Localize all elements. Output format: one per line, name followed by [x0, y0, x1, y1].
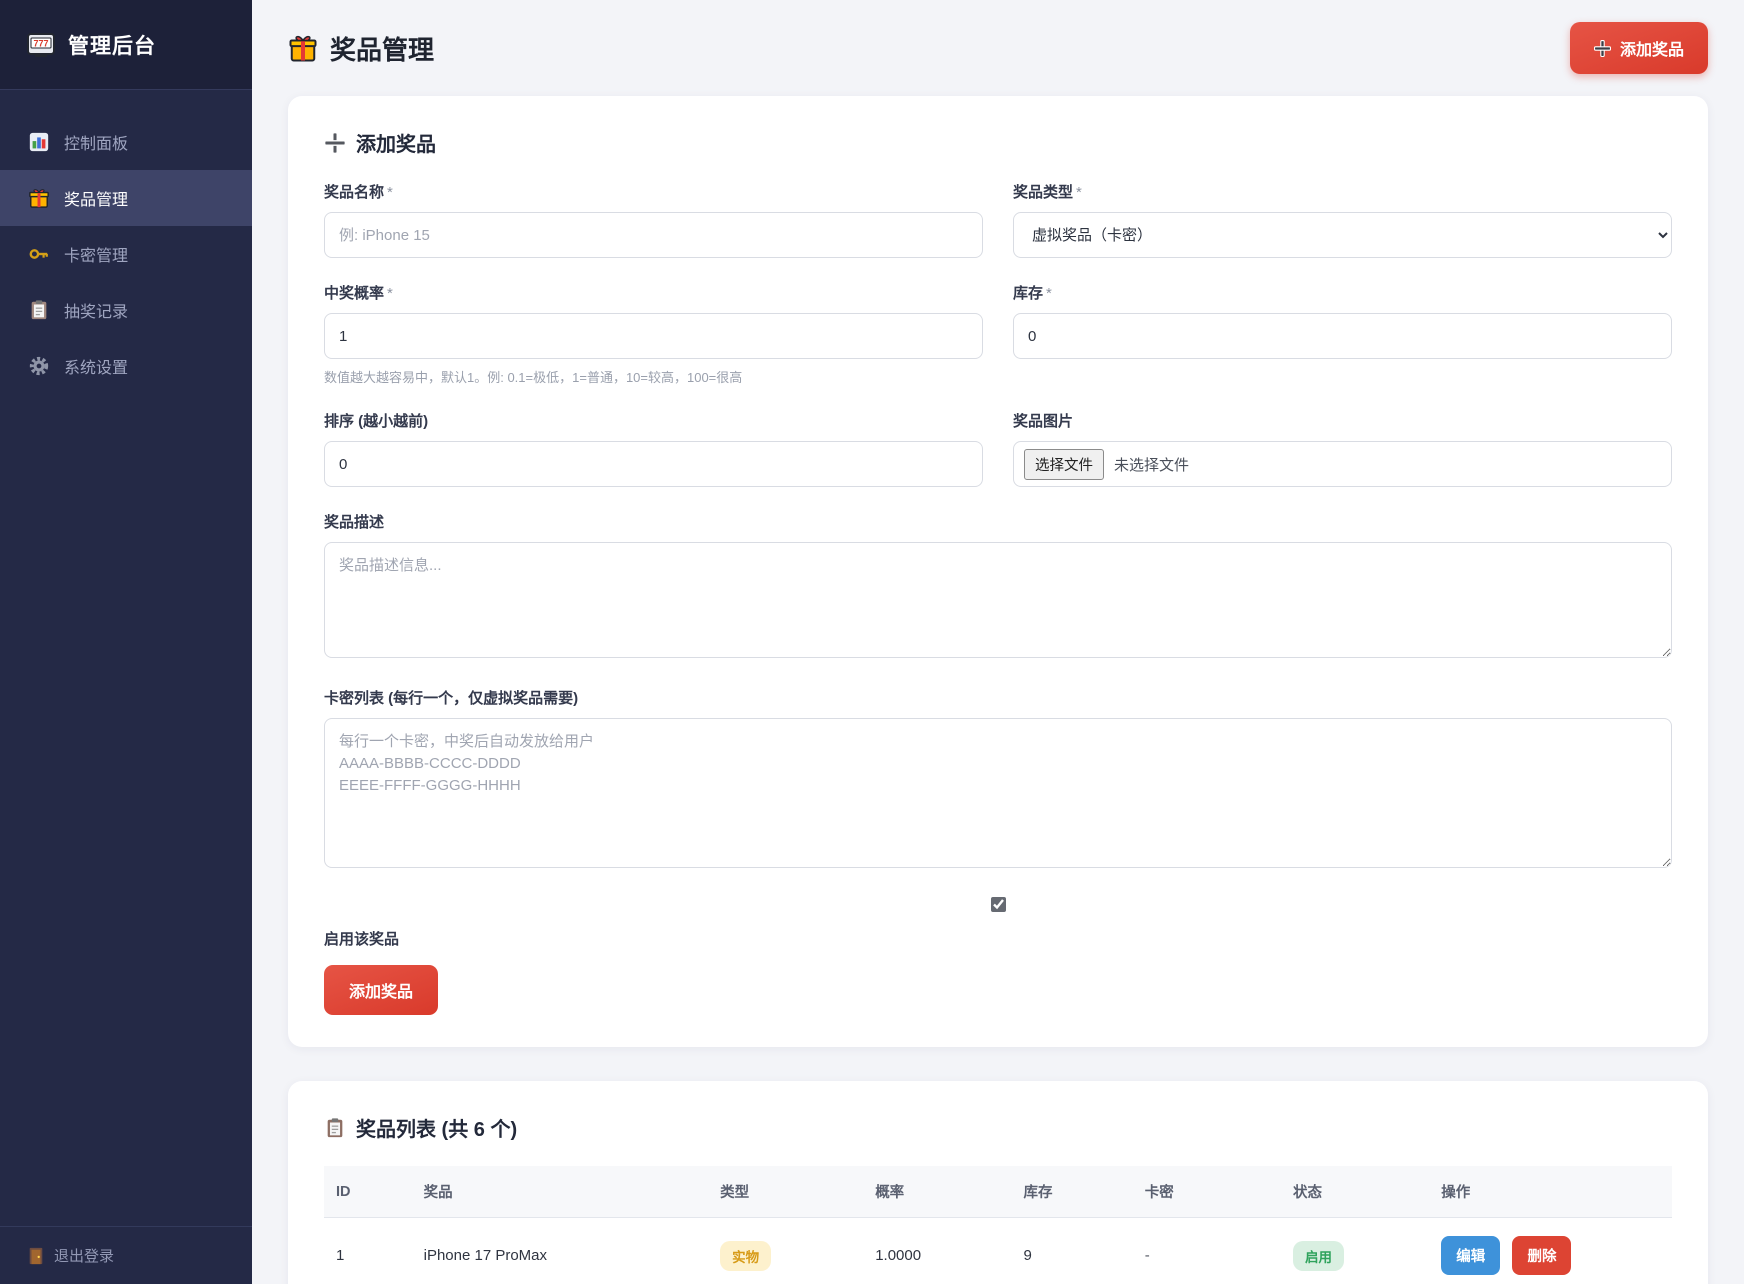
codes-value: -	[1145, 1247, 1150, 1264]
field-prize-name: 奖品名称*	[324, 181, 983, 258]
col-prize: 奖品	[412, 1166, 709, 1218]
key-icon	[28, 243, 50, 265]
sidebar-item-label: 卡密管理	[64, 242, 128, 266]
chart-icon	[28, 131, 50, 153]
description-label: 奖品描述	[324, 511, 1672, 532]
table-header-row: ID 奖品 类型 概率 库存 卡密 状态 操作	[324, 1166, 1672, 1218]
cell-type: 实物	[708, 1218, 863, 1284]
col-status: 状态	[1281, 1166, 1429, 1218]
enable-prize-checkbox[interactable]	[991, 897, 1006, 912]
cell-stock: 9	[1011, 1218, 1132, 1284]
table-row: 1 iPhone 17 ProMax 实物 1.0000 9 - 启用 编辑 删…	[324, 1218, 1672, 1284]
status-badge: 启用	[1293, 1241, 1344, 1271]
sidebar-item-prizes[interactable]: 奖品管理	[0, 170, 252, 226]
cell-codes: -	[1133, 1218, 1281, 1284]
door-icon	[28, 1247, 44, 1265]
col-codes: 卡密	[1133, 1166, 1281, 1218]
field-sort: 排序 (越小越前)	[324, 410, 983, 487]
cell-status: 启用	[1281, 1218, 1429, 1284]
probability-input[interactable]	[324, 313, 983, 359]
cell-id: 1	[324, 1218, 412, 1284]
cell-prize-name: iPhone 17 ProMax	[412, 1218, 709, 1284]
type-badge: 实物	[720, 1241, 771, 1271]
form-title: 添加奖品	[324, 128, 1672, 157]
description-textarea[interactable]	[324, 542, 1672, 658]
probability-help-text: 数值越大越容易中，默认1。例: 0.1=极低，1=普通，10=较高，100=很高	[324, 367, 983, 386]
prize-name-label: 奖品名称*	[324, 181, 983, 202]
svg-text:777: 777	[33, 38, 48, 48]
sort-label: 排序 (越小越前)	[324, 410, 983, 431]
stock-label: 库存*	[1013, 282, 1672, 303]
prize-type-select[interactable]: 虚拟奖品（卡密）	[1013, 212, 1672, 258]
submit-add-prize-button[interactable]: 添加奖品	[324, 965, 438, 1015]
sort-input[interactable]	[324, 441, 983, 487]
prize-type-label: 奖品类型*	[1013, 181, 1672, 202]
probability-label: 中奖概率*	[324, 282, 983, 303]
clipboard-icon	[324, 1117, 346, 1139]
sidebar-item-settings[interactable]: 系统设置	[0, 338, 252, 394]
col-stock: 库存	[1011, 1166, 1132, 1218]
sidebar-item-label: 系统设置	[64, 354, 128, 378]
sidebar-item-codes[interactable]: 卡密管理	[0, 226, 252, 282]
prize-name-input[interactable]	[324, 212, 983, 258]
app-title: 管理后台	[68, 30, 156, 60]
prize-list-title: 奖品列表 (共 6 个)	[324, 1113, 1672, 1142]
prize-image-file-input[interactable]: 选择文件 未选择文件	[1013, 441, 1672, 487]
choose-file-button[interactable]: 选择文件	[1024, 449, 1104, 480]
col-actions: 操作	[1429, 1166, 1672, 1218]
gear-icon	[28, 355, 50, 377]
sidebar-item-label: 奖品管理	[64, 186, 128, 210]
col-type: 类型	[708, 1166, 863, 1218]
codes-label: 卡密列表 (每行一个，仅虚拟奖品需要)	[324, 687, 1672, 708]
field-prize-image: 奖品图片 选择文件 未选择文件	[1013, 410, 1672, 487]
col-id: ID	[324, 1166, 412, 1218]
field-probability: 中奖概率* 数值越大越容易中，默认1。例: 0.1=极低，1=普通，10=较高，…	[324, 282, 983, 386]
cell-actions: 编辑 删除	[1429, 1218, 1672, 1284]
page-title: 奖品管理	[288, 30, 434, 67]
cell-probability: 1.0000	[863, 1218, 1011, 1284]
main-content: 奖品管理 添加奖品 添加奖品 奖品名称* 奖品类型*	[252, 0, 1744, 1284]
logout-button[interactable]: 退出登录	[0, 1226, 252, 1284]
enable-prize-label[interactable]: 启用该奖品	[324, 928, 1672, 949]
page-header: 奖品管理 添加奖品	[288, 0, 1708, 96]
field-stock: 库存*	[1013, 282, 1672, 386]
sidebar-item-records[interactable]: 抽奖记录	[0, 282, 252, 338]
sidebar-item-dashboard[interactable]: 控制面板	[0, 114, 252, 170]
plus-icon	[1594, 40, 1611, 57]
prize-image-label: 奖品图片	[1013, 410, 1672, 431]
slot-machine-icon: 777	[26, 30, 56, 60]
plus-icon	[324, 132, 346, 154]
sidebar-item-label: 抽奖记录	[64, 298, 128, 322]
delete-button[interactable]: 删除	[1512, 1236, 1571, 1275]
enable-prize-group: 启用该奖品	[324, 897, 1672, 949]
col-probability: 概率	[863, 1166, 1011, 1218]
sidebar-nav: 控制面板 奖品管理 卡密管理	[0, 90, 252, 1226]
no-file-text: 未选择文件	[1114, 454, 1189, 475]
prize-list-card: 奖品列表 (共 6 个) ID 奖品 类型 概率 库存 卡密 状态 操作	[288, 1081, 1708, 1284]
sidebar-header: 777 管理后台	[0, 0, 252, 90]
gift-icon	[288, 33, 318, 63]
field-description: 奖品描述	[324, 511, 1672, 663]
add-prize-form-card: 添加奖品 奖品名称* 奖品类型* 虚拟奖品（卡密） 中奖概率* 数值越大越容易中…	[288, 96, 1708, 1047]
add-prize-button[interactable]: 添加奖品	[1570, 22, 1708, 74]
prize-table: ID 奖品 类型 概率 库存 卡密 状态 操作 1 iPhone 17 ProM…	[324, 1166, 1672, 1284]
codes-textarea[interactable]	[324, 718, 1672, 868]
sidebar: 777 管理后台 控制面板 奖品管理	[0, 0, 252, 1284]
logout-label: 退出登录	[54, 1245, 114, 1266]
gift-icon	[28, 187, 50, 209]
stock-input[interactable]	[1013, 313, 1672, 359]
field-prize-type: 奖品类型* 虚拟奖品（卡密）	[1013, 181, 1672, 258]
sidebar-item-label: 控制面板	[64, 130, 128, 154]
edit-button[interactable]: 编辑	[1441, 1236, 1500, 1275]
field-codes: 卡密列表 (每行一个，仅虚拟奖品需要)	[324, 687, 1672, 873]
clipboard-icon	[28, 299, 50, 321]
